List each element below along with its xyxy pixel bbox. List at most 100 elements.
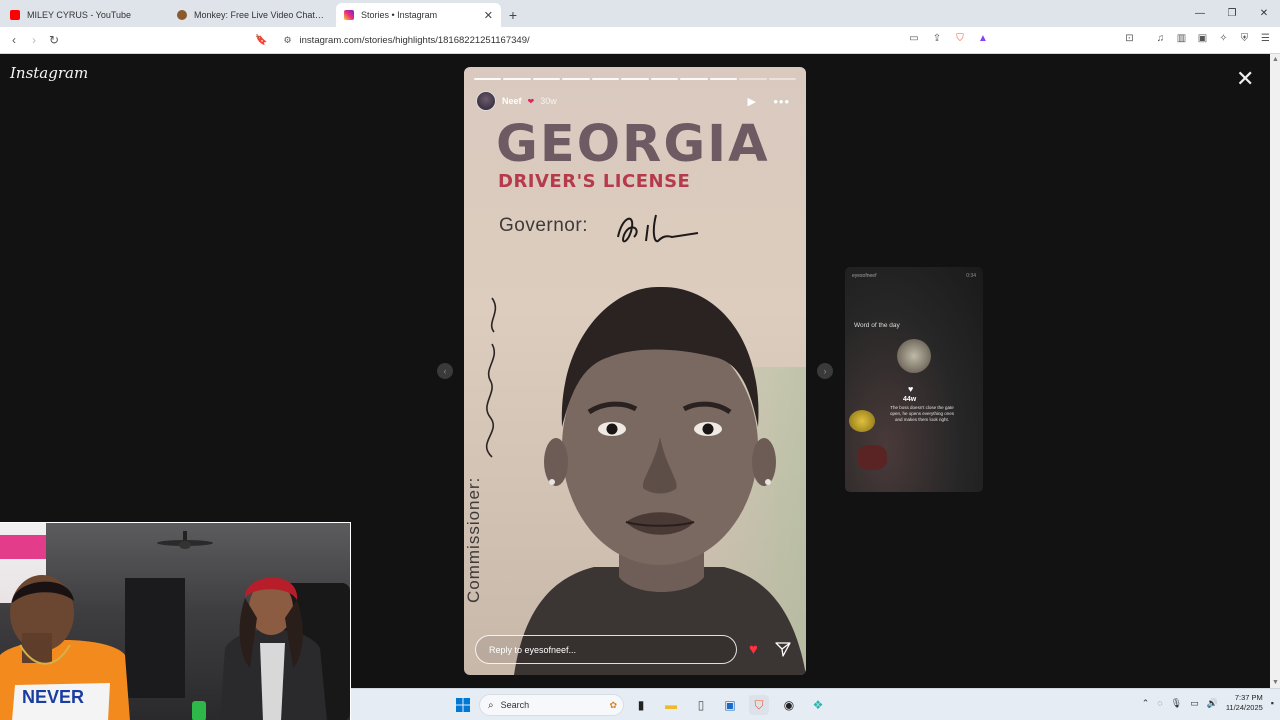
address-bar[interactable]: 🔖 ⚙ instagram.com/stories/highlights/181…: [255, 30, 995, 51]
browser-toolbar: ‹ › ↻ 🔖 ⚙ instagram.com/stories/highligh…: [0, 27, 1280, 54]
minimize-icon[interactable]: —: [1184, 0, 1216, 27]
volume-icon[interactable]: 🔊: [1207, 698, 1218, 709]
share-icon[interactable]: ⇪: [930, 31, 944, 45]
tab-label: Monkey: Free Live Video Chat to Me: [194, 10, 326, 20]
story-card[interactable]: GEORGIA DRIVER'S LICENSE Governor: Commi…: [464, 67, 806, 675]
taskbar-search[interactable]: ⌕ Search ✿: [479, 694, 624, 716]
story-progress-bar: [474, 78, 796, 80]
next-story-background-object: [857, 445, 887, 470]
bookmark-icon[interactable]: 🔖: [255, 35, 267, 46]
svg-text:NEVER: NEVER: [22, 687, 84, 707]
more-options-icon[interactable]: •••: [773, 94, 790, 109]
window-controls: — ❐ ✕: [1184, 0, 1280, 27]
app-icon[interactable]: ❖: [808, 695, 828, 715]
taskbar-search-label: Search: [500, 700, 530, 710]
tab-label: MILEY CYRUS - YouTube: [27, 10, 132, 20]
previous-story-icon[interactable]: ‹: [437, 363, 453, 379]
media-icon[interactable]: ♫: [1154, 31, 1167, 45]
taskbar-clock[interactable]: 7:37 PM 11/24/2025: [1226, 693, 1263, 713]
governor-label: Governor:: [499, 215, 588, 236]
restore-icon[interactable]: ❐: [1216, 0, 1248, 27]
next-story-heart-icon: ♥: [908, 384, 914, 394]
brave-rewards-icon[interactable]: ▲: [976, 31, 990, 45]
next-story-image: [897, 339, 931, 373]
webcam-cup: [192, 701, 206, 720]
notification-icon[interactable]: ▪: [1271, 698, 1274, 708]
reload-icon[interactable]: ↻: [44, 30, 64, 50]
clock-time: 7:37 PM: [1234, 693, 1263, 702]
brave-browser-icon[interactable]: ⛉: [749, 695, 769, 715]
tab-close-icon[interactable]: ✕: [484, 9, 493, 22]
commissioner-label: Commissioner:: [464, 476, 483, 603]
license-state: GEORGIA: [496, 115, 770, 174]
next-story-username: eyesofneef: [852, 273, 877, 279]
scroll-down-icon[interactable]: ▼: [1272, 679, 1279, 686]
file-explorer-icon[interactable]: ▬: [661, 695, 681, 715]
monkey-favicon-icon: [177, 10, 187, 20]
tab-youtube[interactable]: MILEY CYRUS - YouTube: [2, 3, 167, 27]
webcam-doorway: [125, 578, 185, 698]
system-tray: ⌃ ◌ 🎙 ▭ 🔊 7:37 PM 11/24/2025 ▪: [1142, 693, 1274, 713]
clock-date: 11/24/2025: [1225, 703, 1263, 712]
play-icon[interactable]: ▶: [748, 95, 756, 108]
avatar[interactable]: [476, 91, 496, 111]
close-viewer-icon[interactable]: ✕: [1236, 68, 1254, 90]
vpn-icon[interactable]: ⛨: [1238, 31, 1251, 45]
next-story-preview[interactable]: eyesofneef 0:34 Word of the day ♥ 44w Th…: [845, 267, 983, 492]
next-story-time: 0:34: [966, 273, 976, 279]
commissioner-signature: [485, 297, 497, 458]
scrollbar[interactable]: ▲ ▼: [1270, 54, 1280, 688]
instagram-favicon-icon: [344, 10, 354, 20]
site-info-icon[interactable]: ⚙: [283, 35, 291, 46]
youtube-favicon-icon: [10, 10, 20, 20]
close-window-icon[interactable]: ✕: [1248, 0, 1280, 27]
browser-actions: ⊡ ♫ ▥ ▣ ✧ ⛨ ☰: [1123, 31, 1272, 45]
reply-input[interactable]: Reply to eyesofneef...: [475, 635, 737, 664]
back-icon[interactable]: ‹: [4, 30, 24, 50]
leo-ai-icon[interactable]: ✧: [1217, 31, 1230, 45]
store-icon[interactable]: ▣: [720, 695, 740, 715]
send-icon[interactable]: [775, 641, 791, 657]
governor-signature: [617, 214, 699, 243]
sidebar-icon[interactable]: ▥: [1175, 31, 1188, 45]
instagram-logo[interactable]: Instagram: [10, 64, 88, 82]
webcam-poster: [0, 535, 46, 559]
notepad-icon[interactable]: ▯: [691, 695, 711, 715]
next-story-background-object: [849, 410, 875, 432]
microphone-icon[interactable]: 🎙: [1171, 698, 1182, 709]
address-bar-actions: ▭ ⇪ ⛉ ▲: [907, 31, 990, 45]
scroll-up-icon[interactable]: ▲: [1272, 56, 1279, 63]
tab-monkey[interactable]: Monkey: Free Live Video Chat to Me: [169, 3, 334, 27]
network-icon[interactable]: ◌: [1157, 698, 1162, 708]
display-icon[interactable]: ▭: [1190, 698, 1199, 709]
start-button[interactable]: [453, 695, 473, 715]
task-view-icon[interactable]: ▮: [631, 695, 651, 715]
story-username[interactable]: Neef: [502, 96, 522, 106]
streamer-person: NEVER: [0, 575, 130, 720]
search-icon: ⌕: [488, 699, 494, 711]
forward-icon[interactable]: ›: [24, 30, 44, 50]
tray-overflow-icon[interactable]: ⌃: [1142, 698, 1150, 709]
screenshot-icon[interactable]: ⊡: [1123, 31, 1136, 45]
tab-label: Stories • Instagram: [361, 10, 438, 20]
wallet-icon[interactable]: ▣: [1196, 31, 1209, 45]
tab-instagram[interactable]: Stories • Instagram ✕: [336, 3, 501, 27]
obs-icon[interactable]: ◉: [779, 695, 799, 715]
windows-logo-icon: [456, 698, 470, 712]
new-tab-button[interactable]: +: [501, 3, 525, 27]
license-type: DRIVER'S LICENSE: [498, 171, 691, 192]
search-highlight-icon: ✿: [609, 699, 617, 710]
license-portrait: [514, 286, 806, 675]
like-heart-icon[interactable]: ♥: [749, 641, 758, 658]
cast-icon[interactable]: ▭: [907, 31, 921, 45]
next-story-icon[interactable]: ›: [817, 363, 833, 379]
webcam-overlay: NEVER: [0, 522, 351, 720]
brave-shields-icon[interactable]: ⛉: [953, 31, 967, 45]
tab-strip: MILEY CYRUS - YouTube Monkey: Free Live …: [0, 0, 1280, 27]
ceiling-fan: [157, 531, 213, 549]
story-header: Neef ❤ 30w ▶ •••: [476, 91, 794, 111]
story-time-ago: 30w: [540, 96, 557, 106]
next-story-title: Word of the day: [854, 322, 900, 329]
menu-icon[interactable]: ☰: [1259, 31, 1272, 45]
url-text[interactable]: instagram.com/stories/highlights/1816822…: [300, 35, 530, 46]
